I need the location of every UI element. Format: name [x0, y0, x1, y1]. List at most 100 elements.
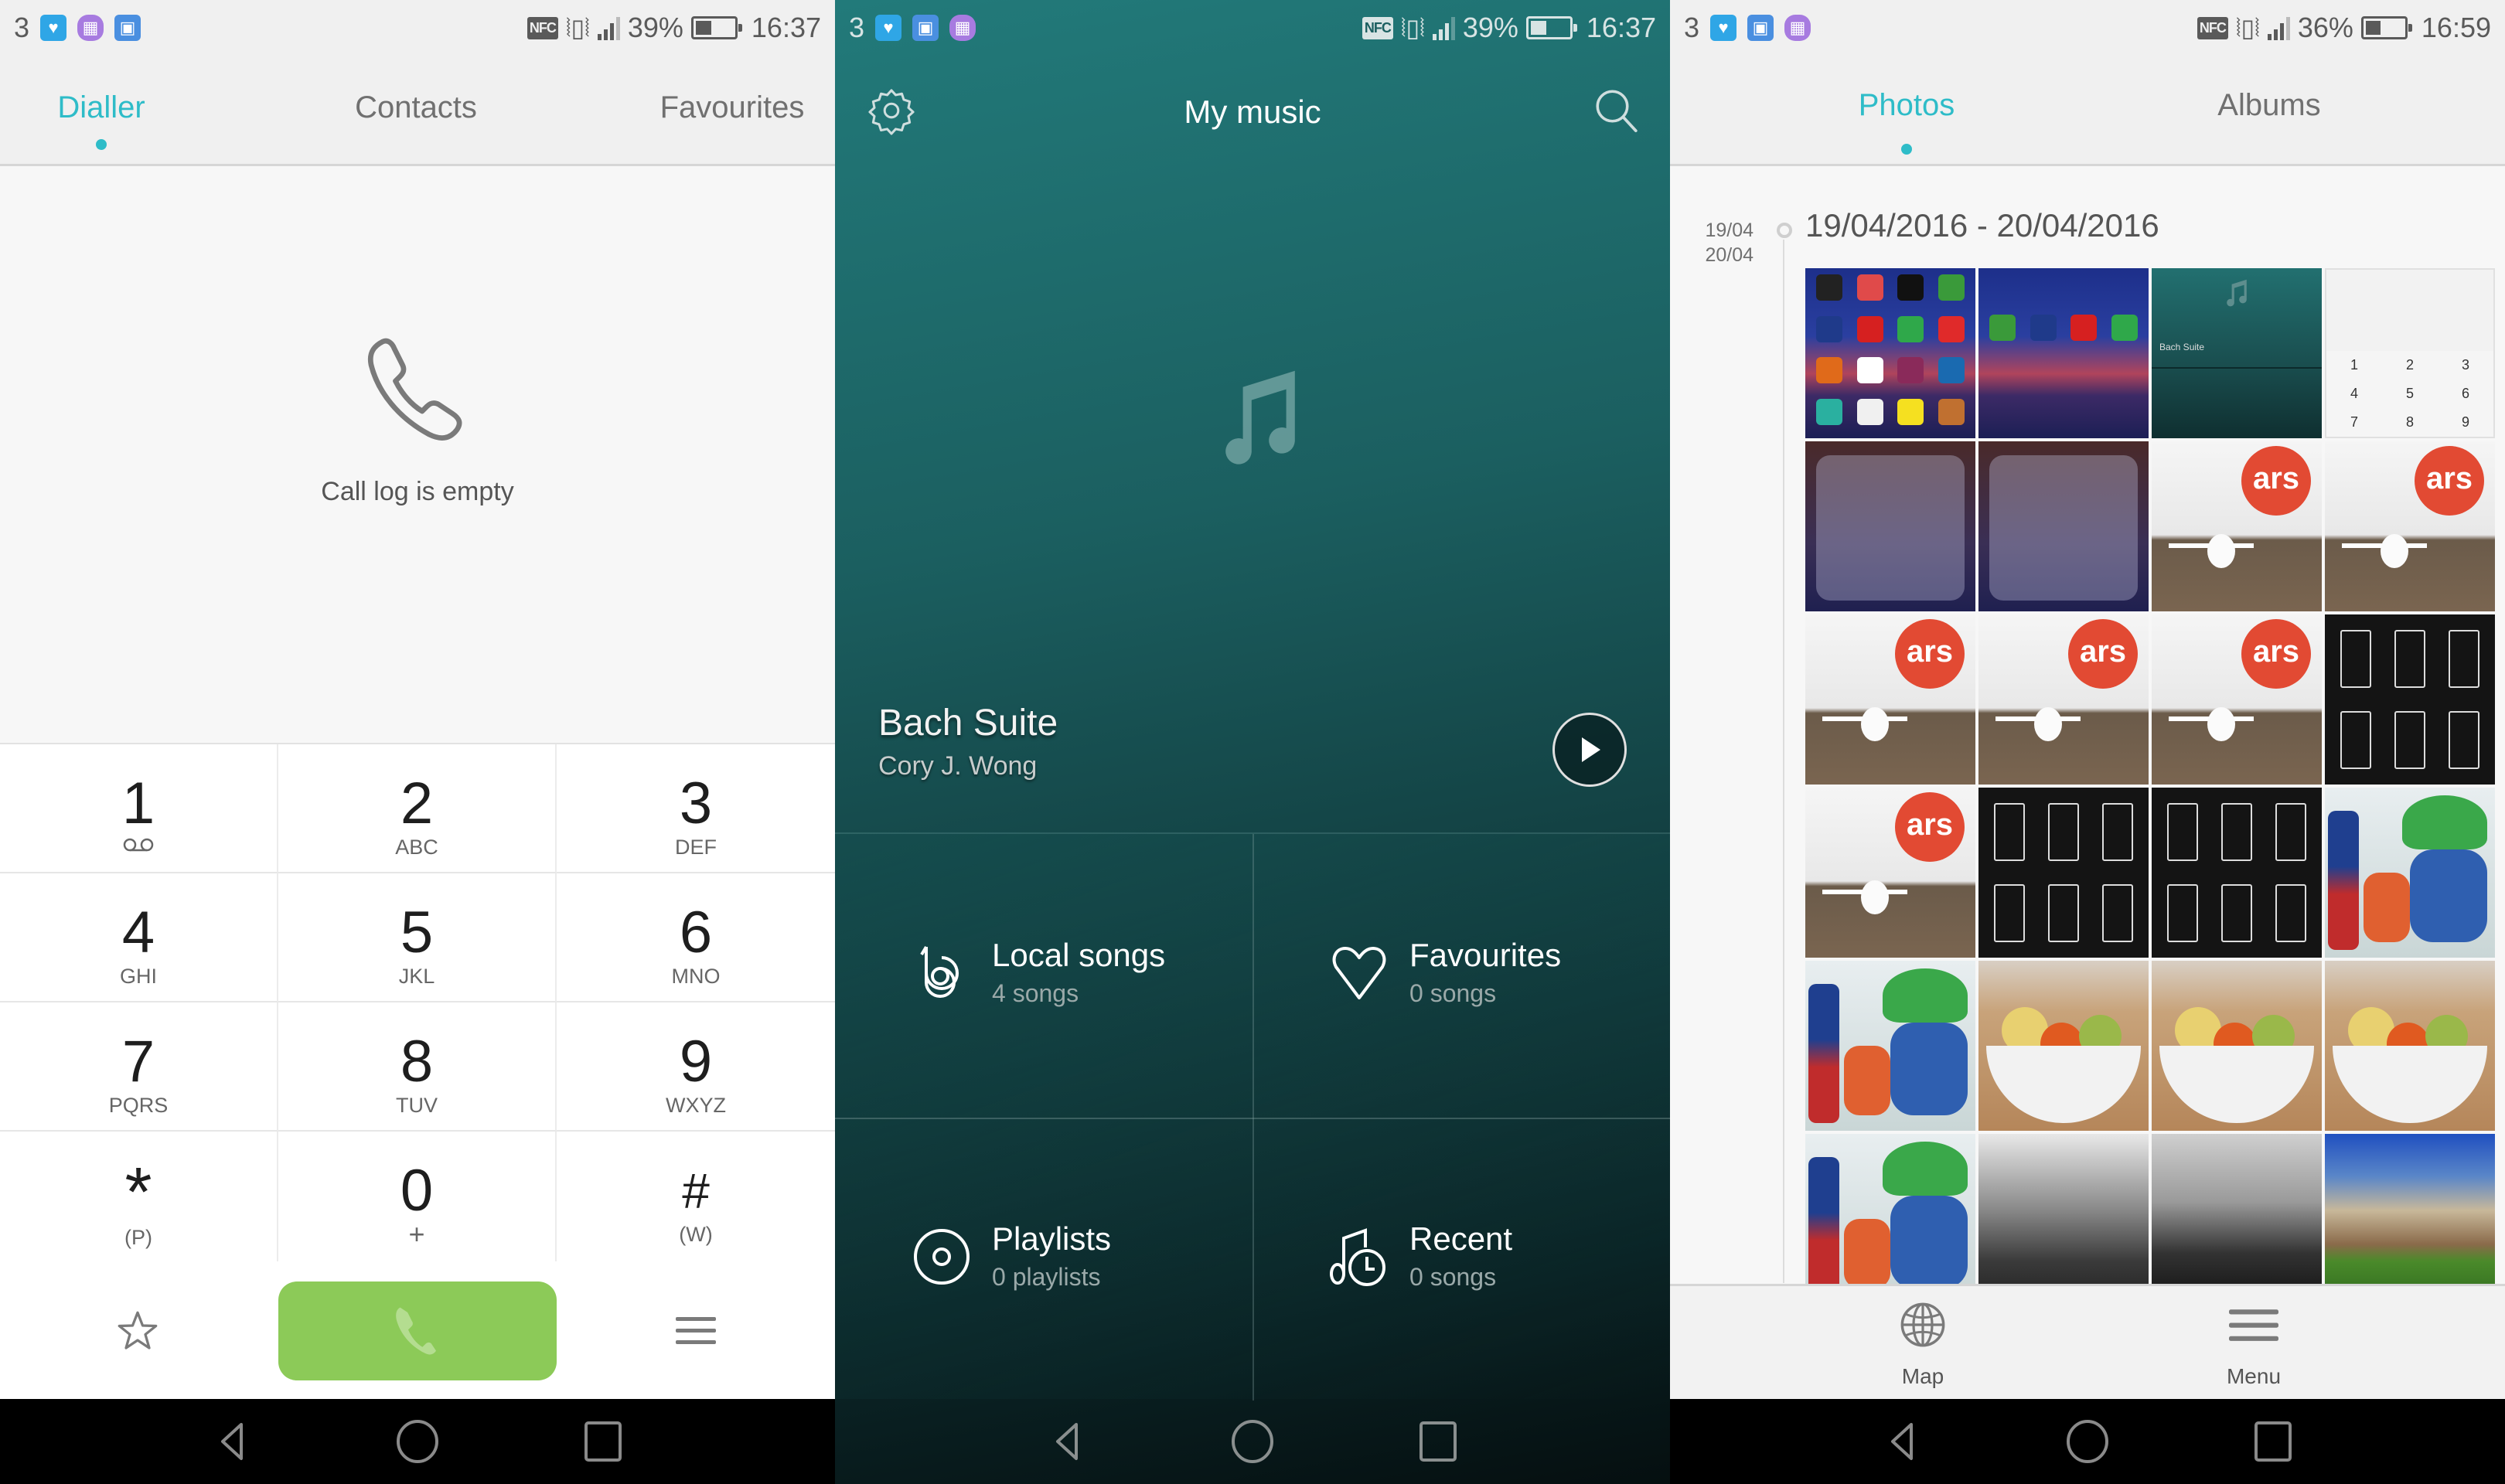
music-screen: 3 ♥ ▣ ▦ NFC ⦚▯⦚ 39% 16:37 My music Bach …	[835, 0, 1670, 1484]
category-favourites[interactable]: Favourites 0 songs	[1252, 834, 1670, 1118]
dial-key-5[interactable]: 5 JKL	[278, 873, 557, 1002]
category-playlists[interactable]: Playlists 0 playlists	[835, 1118, 1252, 1401]
photo-thumbnail[interactable]: ars	[2152, 614, 2322, 785]
photo-thumbnail[interactable]	[1805, 961, 1975, 1131]
active-tab-indicator	[96, 139, 107, 150]
carrier-label: 3	[1684, 12, 1700, 43]
photo-thumbnail[interactable]	[1978, 441, 2149, 611]
home-icon[interactable]	[394, 1418, 441, 1465]
dial-key-hash[interactable]: # (W)	[557, 1132, 835, 1263]
vibrate-icon: ⦚▯⦚	[1400, 13, 1425, 42]
back-icon[interactable]	[209, 1418, 255, 1465]
category-count: 0 songs	[1409, 979, 1497, 1007]
dial-key-3[interactable]: 3 DEF	[557, 744, 835, 873]
recents-icon[interactable]	[1415, 1418, 1461, 1465]
now-playing-artist: Cory J. Wong	[878, 751, 1038, 781]
tab-contacts[interactable]: Contacts	[355, 90, 477, 125]
tab-albums[interactable]: Albums	[2217, 88, 2320, 123]
photo-thumbnail[interactable]	[2152, 1134, 2322, 1284]
photo-thumbnail[interactable]	[1978, 961, 2149, 1131]
photo-thumbnail[interactable]	[2152, 961, 2322, 1131]
category-local-songs[interactable]: Local songs 4 songs	[835, 834, 1252, 1118]
call-button[interactable]	[278, 1281, 557, 1380]
active-tab-indicator	[1901, 144, 1912, 155]
dial-key-8[interactable]: 8 TUV	[278, 1002, 557, 1132]
tab-bar: Photos Albums	[1670, 56, 2505, 166]
category-label: Playlists	[992, 1220, 1112, 1257]
battery-icon	[2360, 16, 2412, 39]
photo-thumbnail[interactable]	[1805, 268, 1975, 438]
recents-icon[interactable]	[2250, 1418, 2296, 1465]
clock: 16:37	[751, 12, 821, 43]
keyboard-icon: ▦	[77, 15, 104, 41]
dial-key-star[interactable]: * (P)	[0, 1132, 278, 1263]
photo-thumbnail[interactable]	[2325, 614, 2495, 785]
key-digit: 9	[679, 1029, 713, 1094]
back-icon[interactable]	[1879, 1418, 1925, 1465]
play-button[interactable]	[1552, 713, 1627, 787]
key-digit: *	[124, 1154, 152, 1231]
photo-thumbnail[interactable]	[1805, 441, 1975, 611]
photo-thumbnail[interactable]	[2325, 1134, 2495, 1284]
photo-thumbnail[interactable]	[2152, 788, 2322, 958]
dial-key-0[interactable]: 0 +	[278, 1132, 557, 1263]
music-categories: Local songs 4 songs Favourites 0 songs P…	[835, 832, 1670, 1401]
photo-thumbnail[interactable]: ars	[2152, 441, 2322, 611]
keyboard-icon: ▦	[949, 15, 976, 41]
recents-icon[interactable]	[580, 1418, 626, 1465]
dial-key-2[interactable]: 2 ABC	[278, 744, 557, 873]
tab-photos[interactable]: Photos	[1859, 88, 1955, 123]
photo-thumbnail[interactable]	[1978, 788, 2149, 958]
search-icon[interactable]	[1591, 85, 1642, 136]
category-count: 4 songs	[992, 979, 1079, 1007]
star-icon	[118, 1311, 158, 1350]
dial-key-4[interactable]: 4 GHI	[0, 873, 278, 1002]
dial-key-9[interactable]: 9 WXYZ	[557, 1002, 835, 1132]
dial-key-1[interactable]: 1	[0, 744, 278, 873]
category-count: 0 playlists	[992, 1263, 1101, 1291]
map-button[interactable]: Map	[1861, 1300, 1985, 1389]
photo-thumbnail[interactable]: ars	[1805, 614, 1975, 785]
category-recent[interactable]: Recent 0 songs	[1252, 1118, 1670, 1401]
key-digit: 7	[121, 1029, 155, 1094]
gallery-menu-button[interactable]: Menu	[2192, 1300, 2316, 1389]
key-digit: 5	[400, 900, 434, 965]
photo-thumbnail[interactable]	[1978, 1134, 2149, 1284]
health-icon: ♥	[875, 15, 902, 41]
category-label: Recent	[1409, 1220, 1513, 1257]
photo-thumbnail[interactable]: 123456789	[2325, 268, 2495, 438]
globe-icon	[1900, 1302, 1945, 1347]
status-bar: 3 ♥ ▣ ▦ NFC ⦚▯⦚ 36% 16:59	[1670, 0, 2505, 56]
photo-thumbnail[interactable]: ars	[1805, 788, 1975, 958]
photo-thumbnail[interactable]: ars	[1978, 614, 2149, 785]
dialer-menu-button[interactable]	[665, 1300, 727, 1362]
tab-dialler[interactable]: Dialler	[57, 90, 145, 125]
battery-icon	[690, 16, 742, 39]
signal-icon	[597, 15, 620, 40]
dial-key-7[interactable]: 7 PQRS	[0, 1002, 278, 1132]
photo-thumbnail[interactable]	[2325, 788, 2495, 958]
navigation-bar	[835, 1399, 1670, 1484]
dial-key-6[interactable]: 6 MNO	[557, 873, 835, 1002]
key-digit: 1	[121, 771, 155, 836]
photo-thumbnail[interactable]	[1805, 1134, 1975, 1284]
nfc-icon: NFC	[1362, 16, 1393, 39]
photo-thumbnail[interactable]	[2325, 961, 2495, 1131]
favourites-button[interactable]	[107, 1300, 169, 1362]
music-note-icon	[1225, 370, 1295, 465]
photo-thumbnail[interactable]: ars	[2325, 441, 2495, 611]
key-digit: 2	[400, 771, 434, 836]
category-label: Favourites	[1409, 937, 1562, 973]
signal-icon	[2267, 15, 2290, 40]
photo-thumbnail[interactable]: Bach Suite	[2152, 268, 2322, 438]
disc-icon	[914, 1229, 970, 1285]
photo-grid: Bach Suite 1 2 3 4 5 6 7 8 9 ars ars ars ars ars ars	[1805, 268, 2496, 1284]
now-playing-title[interactable]: Bach Suite	[878, 702, 1058, 744]
home-icon[interactable]	[1229, 1418, 1276, 1465]
home-icon[interactable]	[2064, 1418, 2111, 1465]
back-icon[interactable]	[1044, 1418, 1090, 1465]
phone-icon	[367, 338, 462, 441]
key-letters: ABC	[395, 836, 438, 859]
tab-favourites[interactable]: Favourites	[660, 90, 805, 125]
photo-thumbnail[interactable]	[1978, 268, 2149, 438]
